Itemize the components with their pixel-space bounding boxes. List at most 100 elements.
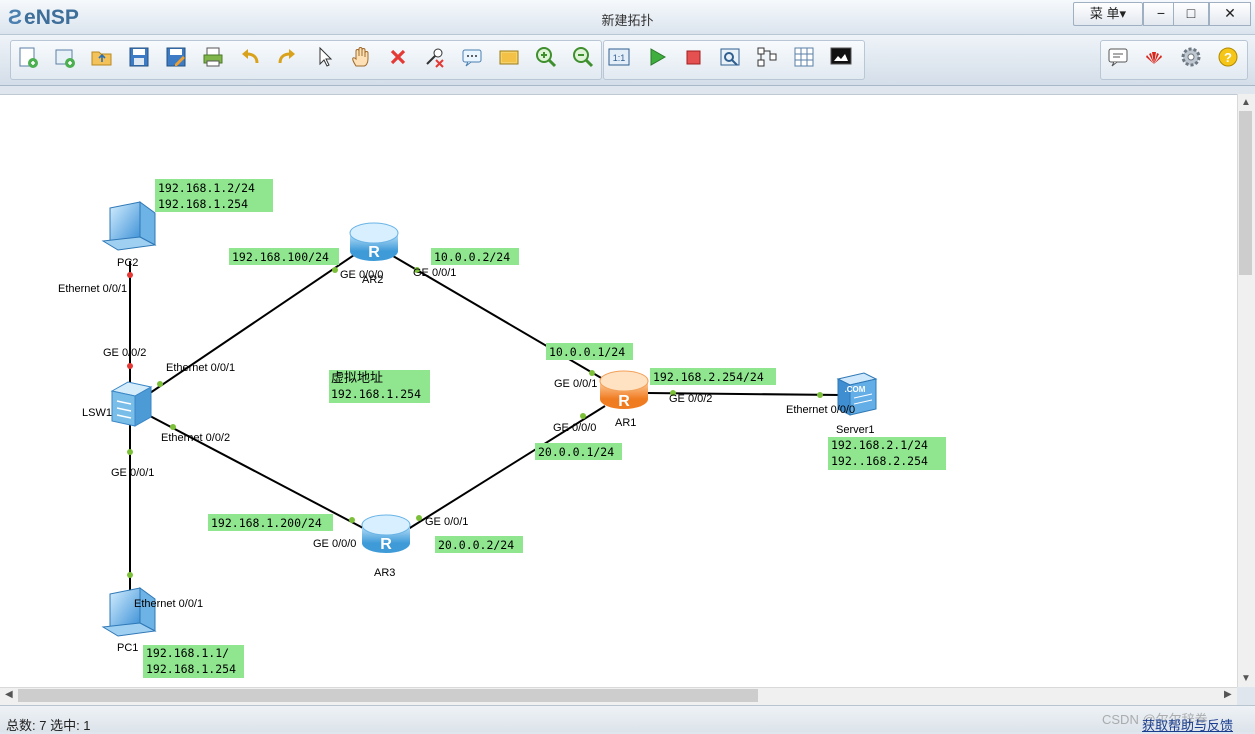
new-topology-icon[interactable] — [15, 44, 41, 70]
scroll-left-arrow-icon[interactable]: ◀ — [5, 689, 13, 700]
scroll-down-arrow-icon[interactable]: ▼ — [1241, 673, 1251, 684]
virtual-address-ip[interactable]: 192.168.1.254 — [331, 387, 421, 401]
port-dot-ar1-ge000 — [580, 413, 586, 419]
server-gateway-label[interactable]: 192..168.2.254 — [831, 454, 928, 468]
start-device-icon[interactable] — [643, 44, 669, 70]
scroll-right-arrow-icon[interactable]: ▶ — [1224, 689, 1232, 700]
ar2-right-ip-label[interactable]: 10.0.0.2/24 — [434, 250, 510, 264]
title-bar: ƧeNSP 新建拓扑 菜 单▾ − □ ✕ — [0, 0, 1255, 35]
port-dot-pc2 — [127, 272, 133, 278]
huawei-logo-icon[interactable] — [1141, 44, 1167, 70]
port-dot-pc1 — [127, 572, 133, 578]
fit-view-icon[interactable]: 1:1 — [606, 44, 632, 70]
port-label-server-eth: Ethernet 0/0/0 — [786, 404, 855, 416]
router-icon: R — [361, 514, 411, 553]
text-note-icon[interactable] — [459, 44, 485, 70]
stop-device-icon[interactable] — [680, 44, 706, 70]
vertical-scroll-thumb[interactable] — [1239, 111, 1252, 275]
port-labels: Ethernet 0/0/1 GE 0/0/2 Ethernet 0/0/1 E… — [58, 267, 855, 610]
svg-text:R: R — [380, 536, 392, 553]
scroll-up-arrow-icon[interactable]: ▲ — [1241, 97, 1251, 108]
capture-icon[interactable] — [717, 44, 743, 70]
chat-icon[interactable] — [1105, 44, 1131, 70]
device-label-server1: Server1 — [836, 424, 875, 436]
app-logo: ƧeNSP — [8, 6, 79, 29]
topology-icon[interactable] — [754, 44, 780, 70]
device-ar3[interactable]: R AR3 — [361, 514, 411, 579]
port-dot-server — [817, 392, 823, 398]
ensp-logo-icon: Ƨ — [8, 6, 23, 29]
device-pc2[interactable]: PC2 — [101, 201, 157, 269]
svg-text:1:1: 1:1 — [613, 53, 626, 63]
ar3-right-ip-label[interactable]: 20.0.0.2/24 — [438, 538, 514, 552]
port-dot-ar3-ge000 — [349, 517, 355, 523]
maximize-button[interactable]: □ — [1173, 2, 1209, 26]
save-icon[interactable] — [126, 44, 152, 70]
port-dot-ar3-ge001 — [416, 515, 422, 521]
device-label-ar1: AR1 — [615, 417, 636, 429]
pc1-ip-label[interactable]: 192.168.1.1/ — [146, 646, 229, 660]
device-label-lsw1: LSW1 — [82, 407, 112, 419]
port-dot-lsw1-eth002 — [170, 424, 176, 430]
svg-text:.COM: .COM — [845, 385, 866, 394]
topology-svg[interactable]: 192.168.1.2/24 192.168.1.254 192.168.100… — [0, 95, 1237, 688]
zoom-in-icon[interactable] — [533, 44, 559, 70]
server-ip-label[interactable]: 192.168.2.1/24 — [831, 438, 928, 452]
ar1-right-ip-label[interactable]: 192.168.2.254/24 — [653, 370, 764, 384]
ar1-bottom-ip-label[interactable]: 20.0.0.1/24 — [538, 445, 614, 459]
device-label-pc1: PC1 — [117, 642, 138, 654]
grid-icon[interactable] — [791, 44, 817, 70]
ar1-top-ip-label[interactable]: 10.0.0.1/24 — [549, 345, 625, 359]
redo-icon[interactable] — [274, 44, 300, 70]
port-label-ar1-ge001: GE 0/0/1 — [554, 378, 597, 390]
router-icon: R — [599, 370, 649, 410]
ar3-left-ip-label[interactable]: 192.168.1.200/24 — [211, 516, 322, 530]
port-dot-lsw1-ge002 — [127, 363, 133, 369]
pc-icon — [101, 201, 157, 251]
horizontal-scroll-thumb[interactable] — [18, 689, 758, 702]
pointer-icon[interactable] — [311, 44, 337, 70]
status-count: 总数: 7 选中: 1 — [6, 718, 91, 733]
device-label-pc2: PC2 — [117, 257, 138, 269]
port-label-pc1-eth: Ethernet 0/0/1 — [134, 598, 203, 610]
feedback-link[interactable]: 获取帮助与反馈 — [1142, 715, 1233, 734]
virtual-address-title[interactable]: 虚拟地址 — [331, 371, 383, 386]
menu-button[interactable]: 菜 单▾ — [1073, 2, 1143, 26]
undo-icon[interactable] — [237, 44, 263, 70]
device-lsw1[interactable]: LSW1 — [82, 381, 153, 427]
window-title: 新建拓扑 — [601, 13, 654, 28]
help-icon[interactable]: ? — [1215, 44, 1241, 70]
svg-text:R: R — [618, 393, 630, 410]
pc2-gateway-label[interactable]: 192.168.1.254 — [158, 197, 248, 211]
print-icon[interactable] — [200, 44, 226, 70]
console-icon[interactable] — [828, 44, 854, 70]
pc1-gateway-label[interactable]: 192.168.1.254 — [146, 662, 236, 676]
topology-canvas[interactable]: 192.168.1.2/24 192.168.1.254 192.168.100… — [0, 94, 1237, 688]
device-ar1[interactable]: R AR1 — [599, 370, 649, 429]
ar2-left-ip-label[interactable]: 192.168.100/24 — [232, 250, 329, 264]
pc2-ip-label[interactable]: 192.168.1.2/24 — [158, 181, 255, 195]
port-label-ar3-ge001: GE 0/0/1 — [425, 516, 468, 528]
delete-link-icon[interactable] — [422, 44, 448, 70]
port-label-ar3-ge000: GE 0/0/0 — [313, 538, 356, 550]
port-dot-ar2-ge000 — [332, 267, 338, 273]
port-label-ar1-ge002: GE 0/0/2 — [669, 393, 712, 405]
port-label-lsw1-eth001: Ethernet 0/0/1 — [166, 362, 235, 374]
ip-labels: 192.168.1.2/24 192.168.1.254 192.168.100… — [146, 181, 928, 676]
router-icon: R — [349, 222, 399, 261]
zoom-out-icon[interactable] — [570, 44, 596, 70]
port-label-lsw1-ge002: GE 0/0/2 — [103, 347, 146, 359]
new-device-icon[interactable] — [52, 44, 78, 70]
save-as-icon[interactable] — [163, 44, 189, 70]
port-dots — [127, 267, 823, 578]
delete-icon[interactable] — [385, 44, 411, 70]
hand-pan-icon[interactable] — [348, 44, 374, 70]
close-button[interactable]: ✕ — [1209, 2, 1251, 26]
settings-gear-icon[interactable] — [1178, 44, 1204, 70]
pc-icon — [101, 587, 157, 637]
device-label-ar3: AR3 — [374, 567, 395, 579]
svg-text:R: R — [368, 244, 380, 261]
rectangle-icon[interactable] — [496, 44, 522, 70]
open-folder-icon[interactable] — [89, 44, 115, 70]
svg-text:?: ? — [1224, 50, 1232, 65]
